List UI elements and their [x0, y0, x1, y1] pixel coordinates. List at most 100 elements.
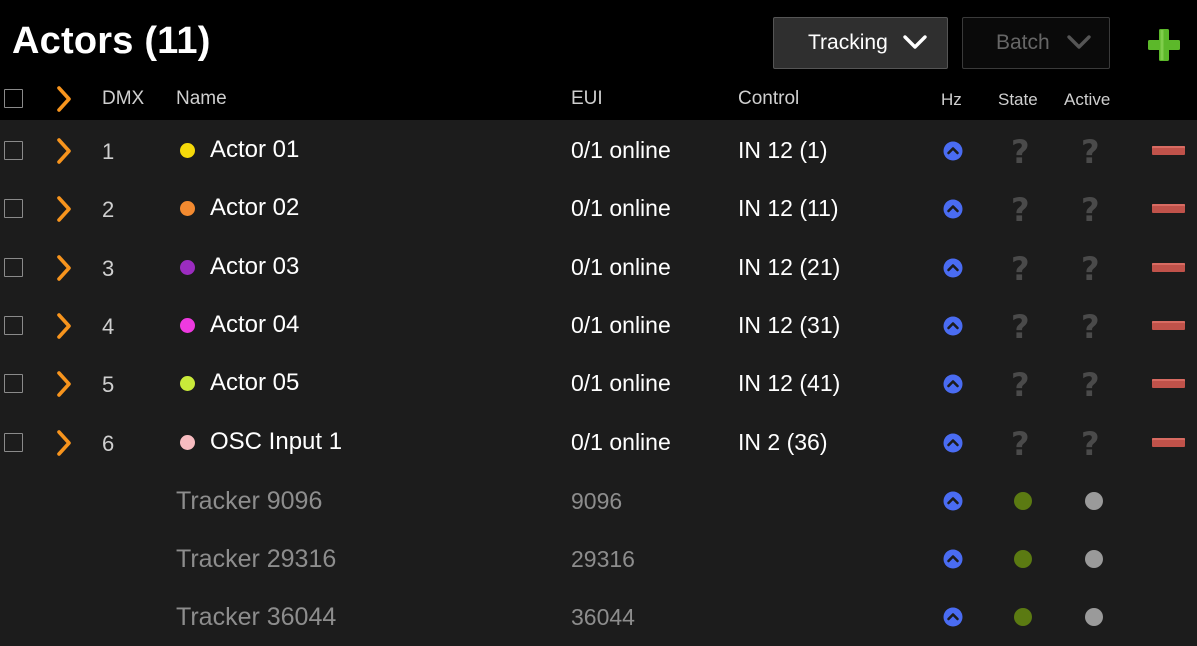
- table-row[interactable]: 2 Actor 02 0/1 online IN 12 (11)??: [0, 180, 1197, 238]
- chevron-right-icon[interactable]: [55, 254, 73, 282]
- active-unknown-icon: ?: [1081, 307, 1100, 346]
- page-title: Actors (11): [12, 20, 211, 62]
- control-value[interactable]: IN 2 (36): [738, 429, 827, 456]
- column-header-name[interactable]: Name: [176, 88, 227, 110]
- state-unknown-icon: ?: [1011, 366, 1030, 405]
- expand-all-chevron-icon[interactable]: [55, 85, 73, 113]
- state-indicator-dot: [1014, 550, 1032, 569]
- chevron-down-icon: [903, 35, 927, 49]
- dmx-value: 5: [102, 372, 115, 398]
- active-unknown-icon: ?: [1081, 249, 1100, 288]
- hz-up-icon[interactable]: [943, 199, 963, 219]
- hz-up-icon[interactable]: [943, 258, 963, 278]
- column-header-state[interactable]: State: [998, 90, 1038, 110]
- tracker-eui: 9096: [571, 487, 623, 514]
- tracker-row[interactable]: Tracker 29316 29316: [0, 530, 1197, 588]
- actor-name[interactable]: Actor 03: [210, 253, 299, 281]
- remove-actor-button[interactable]: [1152, 320, 1185, 330]
- tracker-row[interactable]: Tracker 36044 36044: [0, 588, 1197, 646]
- dmx-value: 3: [102, 255, 115, 281]
- column-header-eui[interactable]: EUI: [571, 88, 603, 110]
- tracker-eui: 29316: [571, 546, 635, 573]
- table-row[interactable]: 4 Actor 04 0/1 online IN 12 (31)??: [0, 297, 1197, 355]
- chevron-right-icon[interactable]: [55, 429, 73, 457]
- control-value[interactable]: IN 12 (31): [738, 312, 840, 339]
- actor-name[interactable]: OSC Input 1: [210, 428, 342, 456]
- column-header-control[interactable]: Control: [738, 88, 799, 110]
- table-row[interactable]: 5 Actor 05 0/1 online IN 12 (41)??: [0, 355, 1197, 413]
- hz-up-icon[interactable]: [943, 316, 963, 336]
- actor-name[interactable]: Actor 05: [210, 369, 299, 397]
- add-actor-button[interactable]: [1146, 27, 1182, 63]
- dmx-value: 1: [102, 139, 115, 164]
- column-header-hz[interactable]: Hz: [941, 90, 962, 110]
- eui-value: 0/1 online: [571, 428, 671, 455]
- row-checkbox[interactable]: [4, 315, 23, 335]
- dmx-value: 2: [102, 197, 115, 223]
- eui-value: 0/1 online: [571, 370, 671, 397]
- tracker-row[interactable]: Tracker 9096 9096: [0, 472, 1197, 530]
- remove-actor-button[interactable]: [1152, 262, 1185, 272]
- state-unknown-icon: ?: [1011, 191, 1030, 230]
- remove-actor-button[interactable]: [1152, 204, 1185, 214]
- active-unknown-icon: ?: [1081, 366, 1100, 405]
- actor-color-dot: [180, 201, 195, 217]
- active-unknown-icon: ?: [1081, 424, 1100, 463]
- row-checkbox[interactable]: [4, 432, 23, 452]
- actor-name[interactable]: Actor 01: [210, 136, 299, 164]
- dmx-value: 4: [102, 313, 115, 339]
- table-row[interactable]: 6 OSC Input 1 0/1 online IN 2 (36)??: [0, 414, 1197, 472]
- active-unknown-icon: ?: [1081, 191, 1100, 230]
- actor-color-dot: [180, 317, 195, 333]
- control-value[interactable]: IN 12 (41): [738, 370, 840, 397]
- active-indicator-dot: [1085, 491, 1103, 510]
- row-checkbox[interactable]: [4, 141, 23, 160]
- control-value[interactable]: IN 12 (21): [738, 254, 840, 281]
- hz-up-icon[interactable]: [943, 607, 963, 627]
- control-value[interactable]: IN 12 (11): [738, 195, 839, 222]
- row-checkbox[interactable]: [4, 199, 23, 219]
- table-row[interactable]: 1 Actor 01 0/1 online IN 12 (1)??: [0, 122, 1197, 180]
- control-value[interactable]: IN 12 (1): [738, 137, 827, 164]
- hz-up-icon[interactable]: [943, 433, 963, 453]
- state-indicator-dot: [1014, 491, 1032, 510]
- hz-up-icon[interactable]: [943, 374, 963, 394]
- select-all-checkbox[interactable]: [4, 89, 23, 108]
- hz-up-icon[interactable]: [943, 491, 963, 511]
- actor-color-dot: [180, 376, 195, 392]
- active-indicator-dot: [1085, 550, 1103, 569]
- row-checkbox[interactable]: [4, 374, 23, 394]
- remove-actor-button[interactable]: [1152, 437, 1185, 447]
- chevron-right-icon[interactable]: [55, 370, 73, 398]
- table-row[interactable]: 3 Actor 03 0/1 online IN 12 (21)??: [0, 239, 1197, 297]
- actor-color-dot: [180, 434, 195, 450]
- remove-actor-button[interactable]: [1152, 146, 1185, 155]
- column-header-active[interactable]: Active: [1064, 90, 1110, 110]
- hz-up-icon[interactable]: [943, 141, 963, 161]
- row-checkbox[interactable]: [4, 257, 23, 277]
- state-unknown-icon: ?: [1011, 307, 1030, 346]
- batch-dropdown[interactable]: Batch: [962, 17, 1110, 69]
- hz-up-icon[interactable]: [943, 549, 963, 569]
- tracker-name: Tracker 36044: [176, 603, 337, 632]
- plus-icon: [1148, 29, 1180, 61]
- column-header-dmx[interactable]: DMX: [102, 88, 144, 110]
- tracker-eui: 36044: [571, 604, 635, 631]
- actor-name[interactable]: Actor 04: [210, 311, 299, 339]
- tracking-dropdown[interactable]: Tracking: [773, 17, 948, 69]
- eui-value: 0/1 online: [571, 311, 671, 338]
- eui-value: 0/1 online: [571, 195, 671, 222]
- chevron-right-icon[interactable]: [55, 312, 73, 340]
- active-indicator-dot: [1085, 608, 1103, 627]
- eui-value: 0/1 online: [571, 253, 671, 280]
- actor-name[interactable]: Actor 02: [210, 194, 299, 222]
- dmx-value: 6: [102, 430, 115, 456]
- tracker-name: Tracker 29316: [176, 545, 337, 574]
- state-indicator-dot: [1014, 608, 1032, 627]
- actor-color-dot: [180, 259, 195, 275]
- state-unknown-icon: ?: [1011, 424, 1030, 463]
- chevron-right-icon[interactable]: [55, 137, 73, 165]
- remove-actor-button[interactable]: [1152, 379, 1185, 389]
- chevron-right-icon[interactable]: [55, 195, 73, 223]
- eui-value: 0/1 online: [571, 137, 671, 163]
